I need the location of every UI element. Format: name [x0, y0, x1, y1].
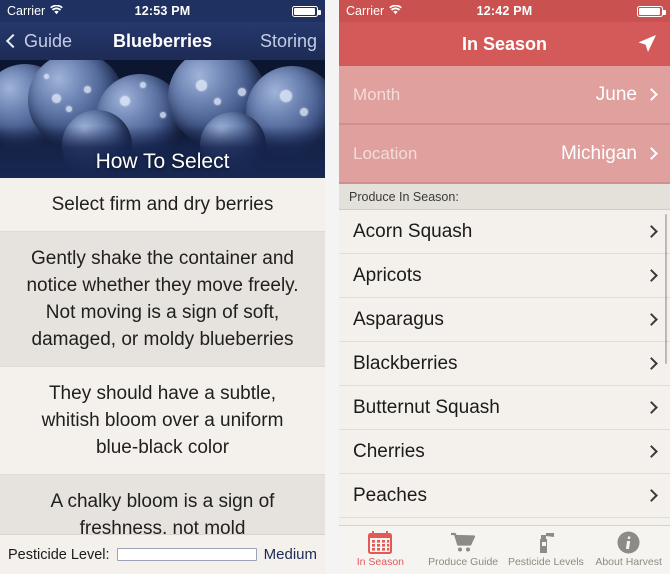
hero-caption: How To Select [95, 150, 230, 173]
spray-bottle-icon [535, 530, 557, 554]
dual-screenshot-container: Carrier 12:53 PM Guide Blueberries Stori… [0, 0, 670, 574]
right-status-bar: Carrier 12:42 PM [339, 0, 670, 22]
left-phone-screen: Carrier 12:53 PM Guide Blueberries Stori… [0, 0, 325, 574]
produce-name: Peaches [353, 484, 427, 506]
battery-icon [292, 5, 321, 17]
month-value: June [595, 83, 637, 105]
produce-name: Blackberries [353, 352, 458, 374]
right-nav-bar: In Season [339, 22, 670, 66]
produce-name: Cherries [353, 440, 425, 462]
produce-name: Butternut Squash [353, 396, 500, 418]
left-nav-bar: Guide Blueberries Storing [0, 22, 325, 60]
status-time: 12:53 PM [134, 4, 191, 18]
month-label: Month [353, 84, 401, 104]
section-header: Produce In Season: [339, 184, 670, 210]
table-row[interactable]: Blackberries [339, 342, 670, 386]
back-button-label: Guide [24, 30, 73, 51]
status-time: 12:42 PM [476, 4, 533, 18]
info-icon [617, 530, 640, 554]
table-row[interactable]: Acorn Squash [339, 210, 670, 254]
tab-label: Pesticide Levels [507, 556, 584, 568]
back-button[interactable]: Guide [5, 30, 73, 52]
hero-image: How To Select [0, 60, 325, 178]
location-arrow-icon[interactable] [636, 33, 658, 55]
chevron-right-icon [645, 445, 658, 458]
tab-in-season[interactable]: In Season [339, 526, 422, 568]
produce-name: Asparagus [353, 308, 444, 330]
chevron-right-icon [645, 313, 658, 326]
location-setting-row[interactable]: Location Michigan [339, 125, 670, 184]
chevron-left-icon [5, 33, 21, 49]
tab-produce-guide[interactable]: Produce Guide [422, 526, 505, 568]
list-item[interactable]: They should have a subtle, whitish bloom… [0, 367, 325, 475]
chevron-right-icon [645, 269, 658, 282]
pesticide-progress-track [116, 548, 257, 561]
chevron-right-icon [645, 225, 658, 238]
pesticide-level-bar: Pesticide Level: Medium [0, 534, 325, 574]
tab-label: About Harvest [595, 556, 662, 568]
tab-label: Produce Guide [428, 556, 499, 568]
table-row[interactable]: Butternut Squash [339, 386, 670, 430]
calendar-icon [368, 530, 393, 554]
shopping-cart-icon [450, 530, 476, 554]
left-status-bar: Carrier 12:53 PM [0, 0, 325, 22]
table-row[interactable]: Asparagus [339, 298, 670, 342]
table-row[interactable]: Cherries [339, 430, 670, 474]
tips-list: Select firm and dry berries Gently shake… [0, 178, 325, 574]
produce-name: Apricots [353, 264, 422, 286]
location-label: Location [353, 143, 418, 163]
pesticide-label: Pesticide Level: [8, 546, 110, 563]
tab-about-harvest[interactable]: About Harvest [587, 526, 670, 568]
chevron-right-icon [645, 147, 658, 160]
chevron-right-icon [645, 401, 658, 414]
right-phone-screen: Carrier 12:42 PM In Season Month June Lo… [339, 0, 670, 574]
chevron-right-icon [645, 357, 658, 370]
table-row[interactable]: Peaches [339, 474, 670, 518]
tab-label: In Season [356, 556, 405, 568]
tab-bar: In Season Produce Guide Pesticide Levels… [339, 525, 670, 574]
page-title: In Season [461, 33, 548, 54]
location-value: Michigan [560, 142, 637, 164]
produce-name: Acorn Squash [353, 220, 473, 242]
pesticide-value: Medium [263, 546, 317, 563]
screen-divider [325, 0, 339, 574]
storing-button[interactable]: Storing [260, 31, 317, 52]
list-item[interactable]: Select firm and dry berries [0, 178, 325, 232]
chevron-right-icon [645, 88, 658, 101]
table-row[interactable]: Apricots [339, 254, 670, 298]
vertical-scrollbar[interactable] [664, 214, 667, 364]
month-setting-row[interactable]: Month June [339, 66, 670, 125]
chevron-right-icon [645, 489, 658, 502]
list-item[interactable]: Gently shake the container and notice wh… [0, 232, 325, 367]
battery-icon [637, 5, 666, 17]
produce-list: Acorn Squash Apricots Asparagus Blackber… [339, 210, 670, 518]
tab-pesticide-levels[interactable]: Pesticide Levels [505, 526, 588, 568]
